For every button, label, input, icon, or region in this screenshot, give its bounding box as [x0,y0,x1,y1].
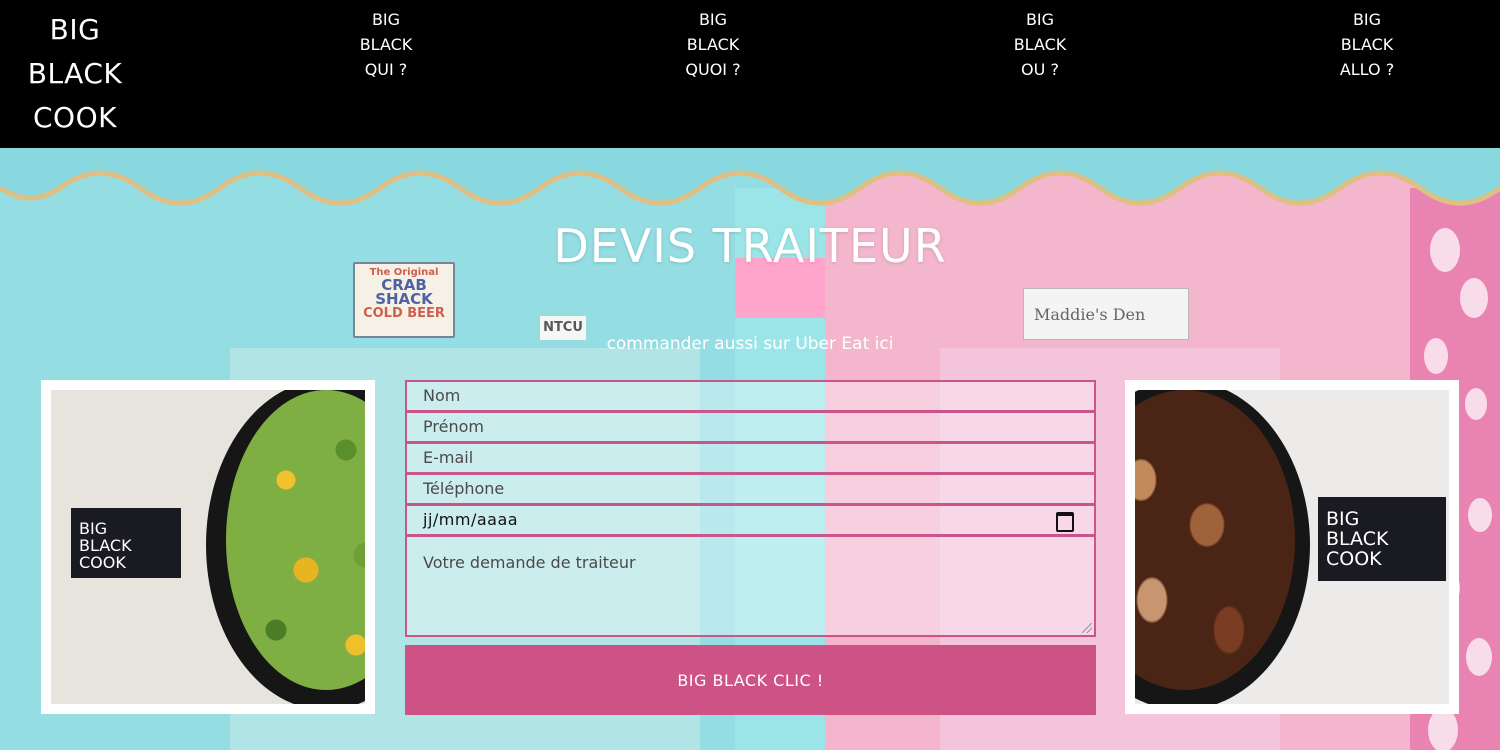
brand-card-line: BLACK [1326,528,1389,550]
page-title: DEVIS TRAITEUR [553,219,947,273]
nav-line: ALLO ? [1339,60,1395,79]
nav-line: BLACK [686,35,740,54]
uber-eats-link[interactable]: commander aussi sur Uber Eat ici [0,332,1500,356]
brand-card-line: BIG [79,519,108,538]
chicken-photo: BIG BLACK COOK [1125,380,1459,714]
nav-line: QUI ? [364,60,408,79]
calendar-icon[interactable] [1056,512,1074,532]
salad-photo: BIG BLACK COOK [41,380,375,714]
nav-line: BIG [371,10,401,29]
date-value: jj/mm/aaaa [423,510,519,529]
brand-card-line: COOK [1326,548,1382,570]
nav-line: BIG [698,10,728,29]
nav-item-allo[interactable]: BIG BLACK ALLO ? [1312,7,1422,82]
logo-line: COOK [33,101,117,134]
resize-handle-icon[interactable] [1082,623,1092,633]
site-logo[interactable]: BIG BLACK COOK [20,8,130,140]
prenom-input[interactable]: Prénom [405,411,1096,443]
nav-line: BLACK [1340,35,1394,54]
nom-input[interactable]: Nom [405,380,1096,412]
brand-card-line: BIG [1326,508,1360,530]
date-input[interactable]: jj/mm/aaaa [405,504,1096,536]
logo-line: BIG [49,13,101,46]
nav-line: QUOI ? [685,60,741,79]
submit-button[interactable]: BIG BLACK CLIC ! [405,645,1096,715]
brand-card-line: BLACK [79,536,132,555]
nav-line: OU ? [1021,60,1059,79]
demande-placeholder: Votre demande de traiteur [423,553,636,572]
nav-line: BIG [1352,10,1382,29]
nav-line: BLACK [359,35,413,54]
catering-form: Nom Prénom E-mail Téléphone jj/mm/aaaa V… [405,380,1096,637]
brand-card-line: COOK [79,553,126,572]
nav-item-quoi[interactable]: BIG BLACK QUOI ? [658,7,768,82]
nav-item-ou[interactable]: BIG BLACK OU ? [985,7,1095,82]
logo-line: BLACK [27,57,123,90]
demande-textarea[interactable]: Votre demande de traiteur [405,535,1096,637]
nav-item-qui[interactable]: BIG BLACK QUI ? [331,7,441,82]
telephone-input[interactable]: Téléphone [405,473,1096,505]
brand-card: BIG BLACK COOK [71,508,181,578]
brand-card: BIG BLACK COOK [1318,497,1446,581]
site-header: BIG BLACK COOK BIG BLACK QUI ? BIG BLACK… [0,0,1500,148]
nav-line: BIG [1025,10,1055,29]
email-input[interactable]: E-mail [405,442,1096,474]
nav-line: BLACK [1013,35,1067,54]
